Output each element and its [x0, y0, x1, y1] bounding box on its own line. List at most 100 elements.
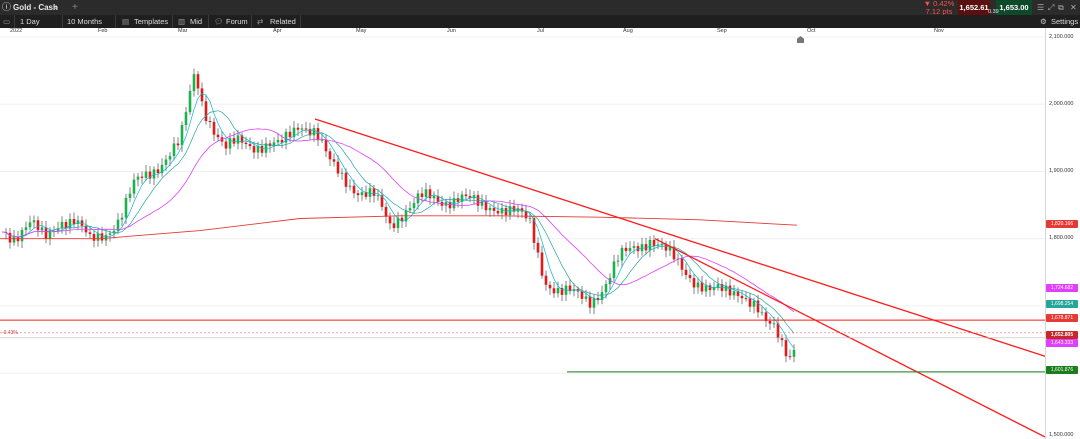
add-tab-button[interactable]: +	[72, 0, 78, 15]
candle-body	[496, 210, 500, 214]
candle-body	[72, 219, 76, 225]
candle-body	[96, 233, 100, 241]
candle-body	[432, 195, 436, 199]
price-axis[interactable]: 2,100.000 2,000.000 1,900.000 1,800.000 …	[1045, 28, 1080, 439]
time-axis-label: Nov	[934, 28, 944, 34]
price-type-icon: ▥	[178, 17, 186, 26]
candle-body	[552, 288, 556, 294]
candle-body	[124, 197, 128, 218]
candle-body	[260, 146, 264, 153]
candle-body	[688, 274, 692, 279]
price-axis-label: 1,900.000	[1049, 168, 1074, 174]
candle-body	[136, 176, 140, 180]
candle-body	[604, 284, 608, 293]
candle-body	[424, 189, 428, 198]
candle-body	[464, 194, 468, 197]
change-pts: 7.12 pts	[925, 6, 953, 16]
candle-body	[176, 143, 180, 146]
candle-body	[156, 169, 160, 174]
templates-icon: ▤	[122, 17, 130, 26]
chart-canvas[interactable]	[0, 28, 1080, 439]
divider	[14, 15, 15, 28]
candle-body	[340, 172, 344, 174]
candle-body	[732, 291, 736, 296]
ma-teal-tag: 1,698.254	[1046, 300, 1078, 308]
candle-body	[128, 193, 132, 198]
candle-body	[616, 260, 620, 262]
candle-body	[768, 321, 772, 324]
forum-icon: 💬︎	[214, 17, 224, 26]
candle-body	[300, 128, 304, 130]
divider	[208, 15, 209, 28]
candle-body	[748, 298, 752, 307]
candle-body	[224, 141, 228, 149]
candle-body	[108, 233, 112, 235]
candle-body	[544, 275, 548, 285]
candle-body	[92, 234, 96, 241]
candle-body	[196, 74, 200, 89]
candle-body	[8, 232, 12, 243]
candle-body	[188, 91, 192, 113]
range-select[interactable]: 10 Months	[67, 15, 102, 28]
candle-body	[164, 159, 168, 165]
candle-body	[684, 269, 688, 275]
candle-body	[252, 146, 256, 153]
candle-body	[212, 121, 216, 135]
info-icon[interactable]: ⓘ	[2, 0, 11, 15]
price-type-button[interactable]: Mid	[190, 15, 202, 28]
candle-body	[648, 239, 652, 251]
settings-button[interactable]: Settings	[1051, 15, 1078, 28]
candle-body	[244, 142, 248, 145]
time-axis-label: Jul	[537, 28, 545, 34]
candle-body	[412, 203, 416, 209]
candle-body	[360, 192, 364, 196]
candle-body	[500, 208, 504, 214]
candle-body	[752, 300, 756, 307]
top-bar: ⓘ Gold - Cash ⌕ + ▼ 0.42% 7.12 pts 1,652…	[0, 0, 1080, 15]
popout-icon[interactable]: ⧉	[1058, 0, 1064, 15]
candle-body	[376, 195, 380, 197]
candle-body	[204, 101, 208, 121]
candle-body	[100, 233, 104, 241]
time-axis-label: 2022	[10, 28, 23, 34]
candle-body	[352, 185, 356, 194]
time-axis-label: Aug	[623, 28, 633, 34]
interval-select[interactable]: 1 Day	[20, 15, 40, 28]
candle-body	[172, 143, 176, 157]
candle-body	[304, 128, 308, 130]
related-button[interactable]: Related	[270, 15, 296, 28]
candle-body	[388, 216, 392, 224]
candle-body	[488, 207, 492, 211]
candle-body	[588, 296, 592, 308]
candle-body	[312, 128, 316, 136]
sell-price-box[interactable]: 1,652.61	[958, 0, 990, 15]
search-icon[interactable]: ⌕	[54, 0, 58, 15]
candle-body	[180, 124, 184, 146]
expand-icon[interactable]: ⤢	[1048, 0, 1054, 15]
candle-body	[248, 144, 252, 147]
candle-body	[344, 172, 348, 187]
forum-button[interactable]: Forum	[226, 15, 248, 28]
divider	[300, 15, 301, 28]
candle-body	[540, 252, 544, 276]
panel-toggle-icon[interactable]: ▭	[3, 15, 10, 28]
ma-pink-tag: 1,643.333	[1046, 339, 1078, 347]
candle-body	[384, 206, 388, 217]
menu-icon[interactable]: ☰	[1037, 0, 1044, 15]
resistance-tag: 1,678.871	[1046, 314, 1078, 322]
trendline-upper	[314, 118, 1046, 357]
divider	[115, 15, 116, 28]
buy-price-box[interactable]: 1,653.00	[996, 0, 1032, 15]
candle-body	[692, 278, 696, 288]
settings-icon[interactable]: ⚙	[1040, 15, 1047, 28]
candle-body	[780, 338, 784, 341]
price-chart[interactable]: -0.43%	[0, 28, 1080, 439]
ma200-tag: 1,820.166	[1046, 220, 1078, 228]
candle-body	[232, 138, 236, 144]
close-icon[interactable]: ✕	[1070, 0, 1077, 15]
instrument-title[interactable]: Gold - Cash	[13, 0, 58, 15]
candle-body	[504, 208, 508, 216]
candle-body	[660, 243, 664, 245]
candle-body	[140, 176, 144, 178]
templates-button[interactable]: Templates	[134, 15, 168, 28]
